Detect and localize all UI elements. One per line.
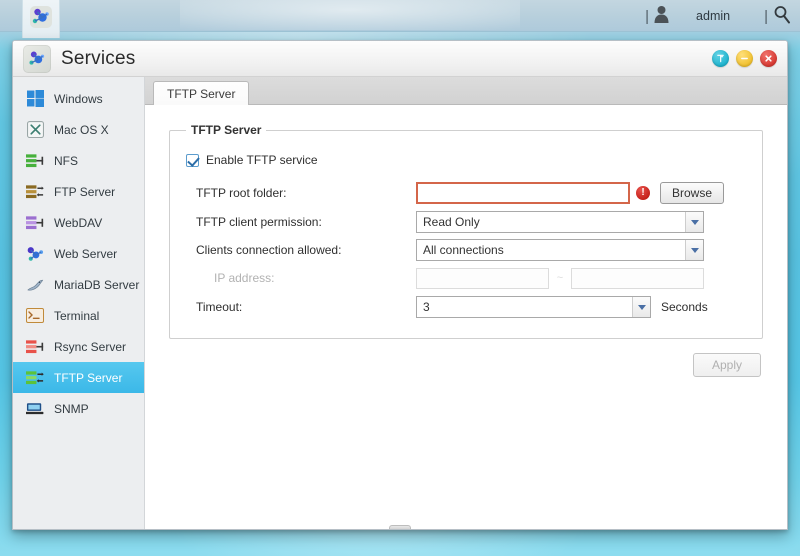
client-permission-row: TFTP client permission: Read Only xyxy=(184,208,748,236)
window-controls xyxy=(712,50,777,67)
sidebar-item-label: Web Server xyxy=(54,246,118,261)
sidebar-item-label: FTP Server xyxy=(54,184,116,199)
ip-address-row: IP address: ~ xyxy=(184,264,748,292)
client-permission-label: TFTP client permission: xyxy=(196,215,322,229)
services-sidebar: Windows Mac OS X NFS FTP Server WebDAV W… xyxy=(13,77,145,529)
root-folder-input[interactable] xyxy=(416,182,630,204)
pin-window-button[interactable] xyxy=(712,50,729,67)
sidebar-item-label: Terminal xyxy=(54,308,100,323)
username-label: admin xyxy=(696,9,731,23)
timeout-label: Timeout: xyxy=(196,300,243,314)
taskbar-separator-2: | xyxy=(764,7,768,25)
ip-address-to-input[interactable] xyxy=(571,267,704,289)
sidebar-item-mac-os-x[interactable]: Mac OS X xyxy=(13,114,144,145)
window-titlebar[interactable]: Services xyxy=(13,41,787,77)
enable-tftp-service-row[interactable]: Enable TFTP service xyxy=(186,149,748,171)
services-window: Services Windows Mac OS X NFS FTP Server… xyxy=(12,40,788,530)
sidebar-item-label: Rsync Server xyxy=(54,339,127,354)
sidebar-item-web-server[interactable]: Web Server xyxy=(13,238,144,269)
taskbar-separator-1: | xyxy=(645,7,650,25)
search-icon[interactable] xyxy=(772,4,792,29)
sidebar-item-webdav[interactable]: WebDAV xyxy=(13,207,144,238)
sidebar-item-ftp-server[interactable]: FTP Server xyxy=(13,176,144,207)
rsync-server-icon xyxy=(25,338,45,356)
taskbar-app-tile[interactable] xyxy=(22,0,60,38)
clients-allowed-select[interactable]: All connections xyxy=(416,239,704,261)
chevron-down-icon xyxy=(685,240,703,260)
timeout-row: Timeout: 3 Seconds xyxy=(184,292,748,322)
sidebar-item-label: NFS xyxy=(54,153,78,168)
sidebar-item-label: TFTP Server xyxy=(54,370,123,385)
ip-address-from-input[interactable] xyxy=(416,267,549,289)
enable-tftp-service-label: Enable TFTP service xyxy=(206,153,318,167)
sidebar-item-nfs[interactable]: NFS xyxy=(13,145,144,176)
sidebar-item-rsync-server[interactable]: Rsync Server xyxy=(13,331,144,362)
sidebar-item-tftp-server[interactable]: TFTP Server xyxy=(13,362,144,393)
client-permission-value: Read Only xyxy=(423,215,480,229)
sidebar-item-terminal[interactable]: Terminal xyxy=(13,300,144,331)
mariadb-seal-icon xyxy=(25,276,45,294)
sidebar-item-label: MariaDB Server xyxy=(54,277,140,292)
windows-logo-icon xyxy=(25,90,45,108)
page-title: Services xyxy=(61,47,136,69)
sidebar-item-label: SNMP xyxy=(54,401,89,416)
clients-allowed-label: Clients connection allowed: xyxy=(196,243,342,257)
timeout-unit-label: Seconds xyxy=(661,300,708,314)
mac-x-icon xyxy=(25,121,45,139)
ftp-server-icon xyxy=(25,183,45,201)
minimize-window-button[interactable] xyxy=(736,50,753,67)
timeout-combobox[interactable]: 3 xyxy=(416,296,651,318)
snmp-icon xyxy=(25,400,45,418)
tftp-server-icon xyxy=(25,369,45,387)
clients-allowed-row: Clients connection allowed: All connecti… xyxy=(184,236,748,264)
window-resize-grip[interactable] xyxy=(389,525,411,529)
user-silhouette-icon[interactable] xyxy=(653,5,670,28)
clients-allowed-value: All connections xyxy=(423,243,504,257)
browse-button[interactable]: Browse xyxy=(660,182,725,204)
window-body: Windows Mac OS X NFS FTP Server WebDAV W… xyxy=(13,77,787,529)
ip-address-label: IP address: xyxy=(214,271,275,285)
taskbar: | admin | xyxy=(0,0,800,38)
apply-button-row: Apply xyxy=(163,339,769,377)
timeout-value: 3 xyxy=(423,300,430,314)
enable-tftp-service-checkbox[interactable] xyxy=(186,153,199,167)
chevron-down-icon xyxy=(632,297,650,317)
nfs-server-icon xyxy=(25,152,45,170)
web-server-icon xyxy=(25,245,45,263)
sidebar-item-label: Mac OS X xyxy=(54,122,109,137)
webdav-server-icon xyxy=(25,214,45,232)
tftp-settings-panel: TFTP Server Enable TFTP service TFTP roo… xyxy=(145,105,787,529)
chevron-down-icon xyxy=(685,212,703,232)
root-folder-label: TFTP root folder: xyxy=(196,186,287,200)
sidebar-item-label: WebDAV xyxy=(54,215,103,230)
window-app-icon xyxy=(23,44,51,73)
apply-button[interactable]: Apply xyxy=(693,353,761,377)
root-folder-row: TFTP root folder: ! Browse xyxy=(184,178,748,208)
group-legend: TFTP Server xyxy=(191,123,262,137)
tab-tftp-server[interactable]: TFTP Server xyxy=(153,81,250,105)
content-area: TFTP Server TFTP Server Enable TFTP serv… xyxy=(145,77,787,529)
ip-range-separator: ~ xyxy=(556,272,564,284)
sidebar-item-label: Windows xyxy=(54,91,103,106)
taskbar-right-cluster: | admin | xyxy=(641,0,792,32)
terminal-icon xyxy=(25,307,45,325)
taskbar-glow xyxy=(180,0,520,30)
molecule-app-icon xyxy=(29,5,53,34)
tab-strip: TFTP Server xyxy=(145,77,787,105)
close-window-button[interactable] xyxy=(760,50,777,67)
sidebar-item-windows[interactable]: Windows xyxy=(13,83,144,114)
client-permission-select[interactable]: Read Only xyxy=(416,211,704,233)
sidebar-item-mariadb-server[interactable]: MariaDB Server xyxy=(13,269,144,300)
error-exclamation-icon: ! xyxy=(636,186,650,200)
sidebar-item-snmp[interactable]: SNMP xyxy=(13,393,144,424)
tftp-server-group: TFTP Server Enable TFTP service TFTP roo… xyxy=(169,123,763,339)
